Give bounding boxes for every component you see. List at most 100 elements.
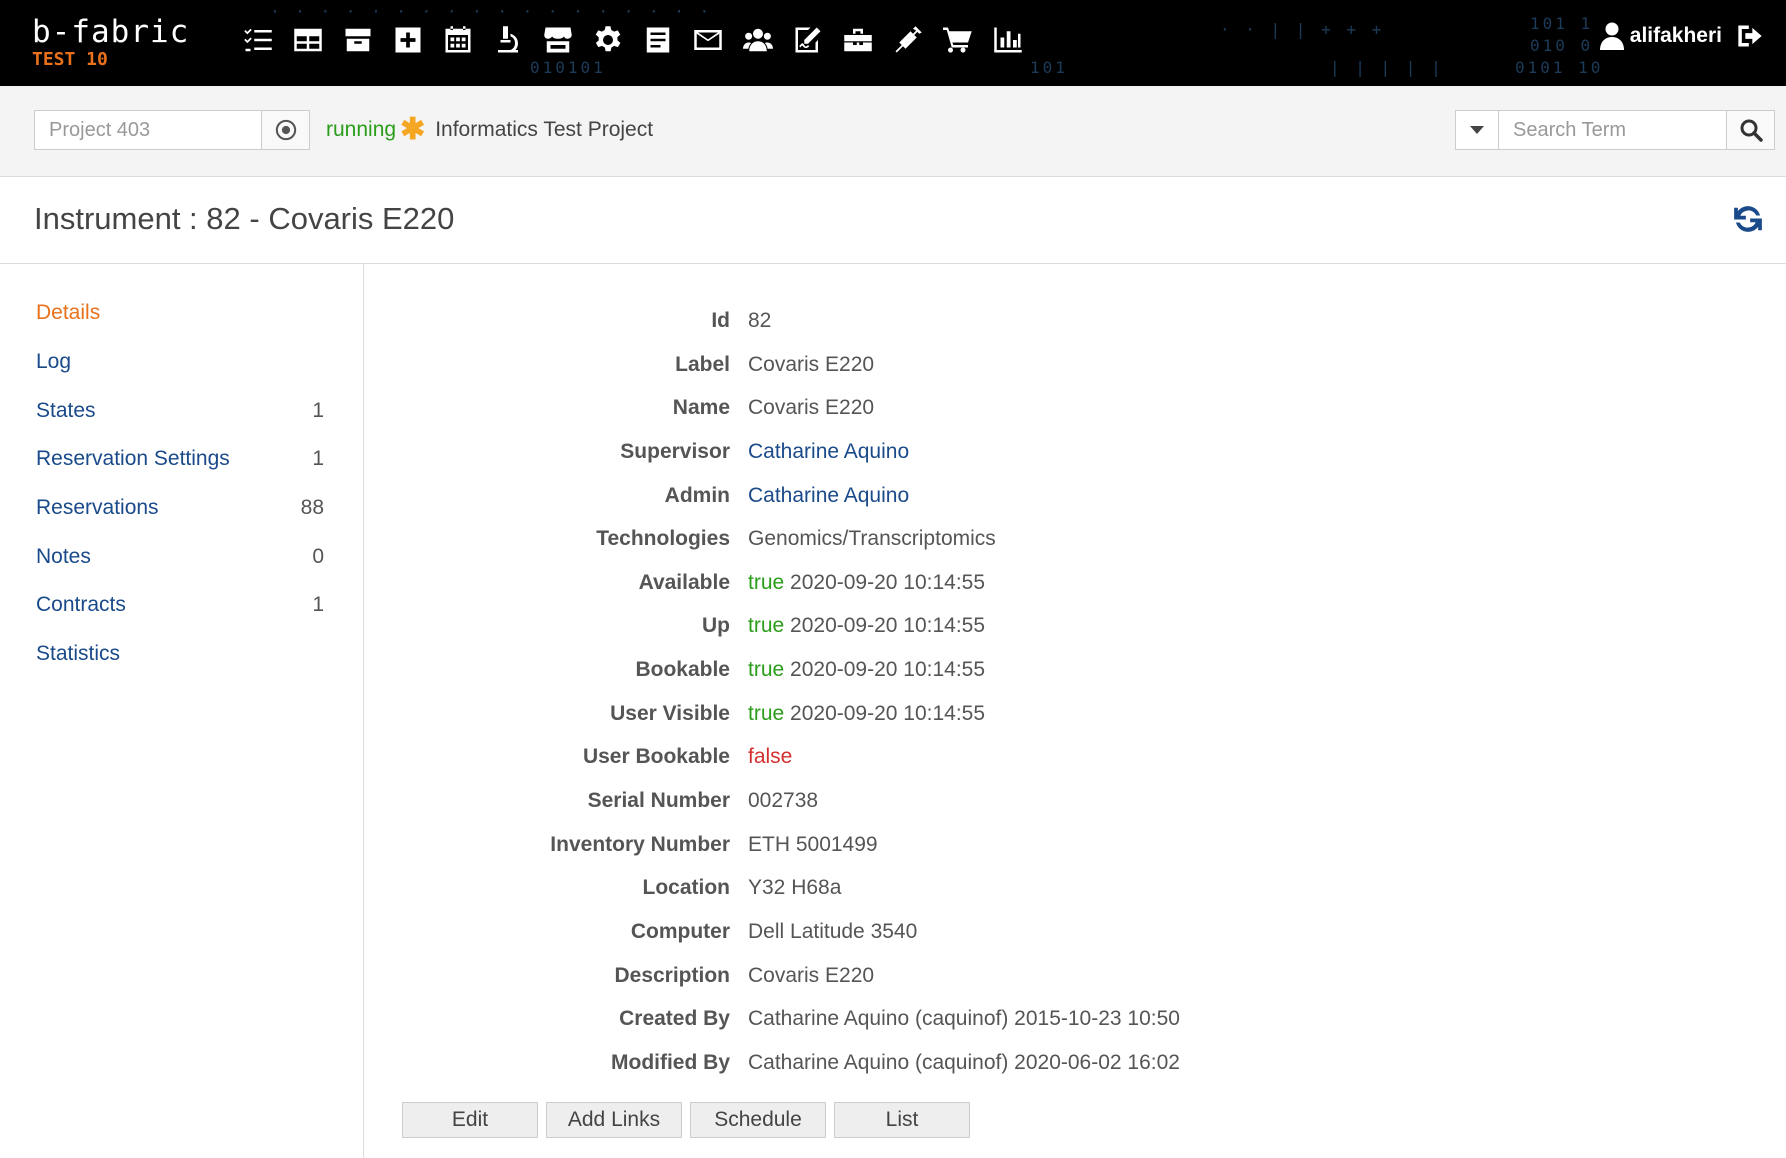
sidebar-item-count: 88 [300, 496, 324, 519]
detail-value: Catharine Aquino (caquinof) 2015-10-23 1… [748, 1007, 1180, 1030]
detail-row-user-visible: User Visible true 2020-09-20 10:14:55 [364, 702, 1364, 732]
sidebar-item-label: Notes [36, 545, 91, 568]
detail-row-technologies: Technologies Genomics/Transcriptomics [364, 527, 1364, 557]
sidebar-item-reservation-settings[interactable]: Reservation Settings 1 [36, 447, 324, 477]
detail-row-up: Up true 2020-09-20 10:14:55 [364, 614, 1364, 644]
cart-icon[interactable] [940, 22, 976, 58]
gear-icon[interactable] [590, 22, 626, 58]
detail-label: Description [614, 964, 730, 987]
sidebar-item-label: Reservations [36, 496, 159, 519]
detail-label: Available [638, 571, 730, 594]
status-false: false [748, 745, 793, 768]
detail-row-name: Name Covaris E220 [364, 396, 1364, 426]
detail-value: Covaris E220 [748, 964, 875, 987]
search-button[interactable] [1727, 110, 1775, 150]
sidebar-item-count: 1 [312, 447, 324, 470]
binary-decoration: 010101 [530, 58, 606, 77]
binary-decoration: | | | | | [1330, 58, 1444, 77]
page-title: Instrument : 82 - Covaris E220 [34, 201, 455, 236]
detail-value: Dell Latitude 3540 [748, 920, 918, 943]
microscope-icon[interactable] [490, 22, 526, 58]
detail-value: Covaris E220 [748, 353, 875, 376]
sidebar-item-log[interactable]: Log [36, 350, 324, 380]
detail-label: Name [672, 396, 730, 419]
store-icon[interactable] [540, 22, 576, 58]
sidebar-item-reservations[interactable]: Reservations 88 [36, 496, 324, 526]
supervisor-link[interactable]: Catharine Aquino [748, 440, 909, 463]
detail-value: ETH 5001499 [748, 833, 878, 856]
status-date: 2020-09-20 10:14:55 [790, 702, 986, 725]
detail-row-available: Available true 2020-09-20 10:14:55 [364, 571, 1364, 601]
sidebar-item-notes[interactable]: Notes 0 [36, 545, 324, 575]
logo[interactable]: b-fabric [32, 16, 189, 48]
detail-label: Location [642, 876, 731, 899]
detail-label: Technologies [596, 527, 730, 550]
admin-link[interactable]: Catharine Aquino [748, 484, 909, 507]
calendar-icon[interactable] [440, 22, 476, 58]
detail-value: Y32 H68a [748, 876, 842, 899]
sidebar: Details Log States 1 Reservation Settings… [0, 264, 364, 1158]
binary-decoration: · · | | + + + [1220, 20, 1385, 39]
detail-value: Covaris E220 [748, 396, 875, 419]
sidebar-item-contracts[interactable]: Contracts 1 [36, 593, 324, 623]
detail-row-label: Label Covaris E220 [364, 353, 1364, 383]
detail-label: Modified By [611, 1051, 730, 1074]
search-scope-dropdown[interactable] [1455, 110, 1499, 150]
detail-row-computer: Computer Dell Latitude 3540 [364, 920, 1364, 950]
sidebar-item-statistics[interactable]: Statistics [36, 642, 324, 672]
sidebar-item-label: Statistics [36, 642, 121, 665]
users-icon[interactable] [740, 22, 776, 58]
nav-icons [240, 22, 1040, 58]
schedule-button[interactable]: Schedule [690, 1102, 826, 1138]
refresh-button[interactable] [1732, 203, 1764, 240]
status-true: true [748, 614, 785, 637]
chart-bar-icon[interactable] [990, 22, 1026, 58]
detail-row-created-by: Created By Catharine Aquino (caquinof) 2… [364, 1007, 1364, 1037]
detail-value: Catharine Aquino (caquinof) 2020-06-02 1… [748, 1051, 1180, 1074]
sidebar-item-states[interactable]: States 1 [36, 399, 324, 429]
detail-row-admin: Admin Catharine Aquino [364, 484, 1364, 514]
list-button[interactable]: List [834, 1102, 970, 1138]
edit-button[interactable]: Edit [402, 1102, 538, 1138]
user-menu[interactable]: alifakheri [1599, 22, 1764, 50]
detail-label: Admin [664, 484, 730, 507]
project-select-button[interactable] [262, 110, 310, 150]
sidebar-item-label: States [36, 399, 96, 422]
project-input[interactable]: Project 403 [34, 110, 262, 150]
detail-row-id: Id 82 [364, 309, 1364, 339]
syringe-icon[interactable] [890, 22, 926, 58]
search-input[interactable]: Search Term [1499, 110, 1727, 150]
detail-label: Id [711, 309, 730, 332]
status-date: 2020-09-20 10:14:55 [790, 658, 986, 681]
tasks-icon[interactable] [240, 22, 276, 58]
search-group: Search Term [1455, 110, 1775, 150]
project-name[interactable]: Informatics Test Project [435, 118, 653, 142]
sidebar-item-details[interactable]: Details [36, 301, 324, 331]
detail-label: Label [675, 353, 730, 376]
user-icon [1599, 22, 1624, 50]
status-date: 2020-09-20 10:14:55 [790, 614, 986, 637]
detail-row-supervisor: Supervisor Catharine Aquino [364, 440, 1364, 470]
detail-row-description: Description Covaris E220 [364, 964, 1364, 994]
caret-down-icon [1470, 126, 1484, 134]
binary-decoration: 101 1 [1530, 14, 1594, 33]
signature-icon[interactable] [790, 22, 826, 58]
brand[interactable]: b-fabric TEST 10 [32, 16, 189, 70]
envelope-icon[interactable] [690, 22, 726, 58]
top-navbar: · · · · · · · · · · · · · · · · · · 0101… [0, 0, 1786, 86]
box-open-icon[interactable] [340, 22, 376, 58]
sidebar-item-label: Reservation Settings [36, 447, 230, 470]
target-icon [275, 119, 296, 141]
plus-square-icon[interactable] [390, 22, 426, 58]
toolbox-icon[interactable] [840, 22, 876, 58]
file-text-icon[interactable] [640, 22, 676, 58]
table-icon[interactable] [290, 22, 326, 58]
status-date: 2020-09-20 10:14:55 [790, 571, 986, 594]
logout-icon[interactable] [1736, 22, 1764, 50]
project-status: running ✱ Informatics Test Project [326, 115, 653, 145]
username[interactable]: alifakheri [1630, 24, 1722, 48]
detail-value: 82 [748, 309, 772, 332]
binary-decoration: 010 0 [1530, 36, 1594, 55]
detail-label: Inventory Number [550, 833, 730, 856]
add-links-button[interactable]: Add Links [546, 1102, 682, 1138]
